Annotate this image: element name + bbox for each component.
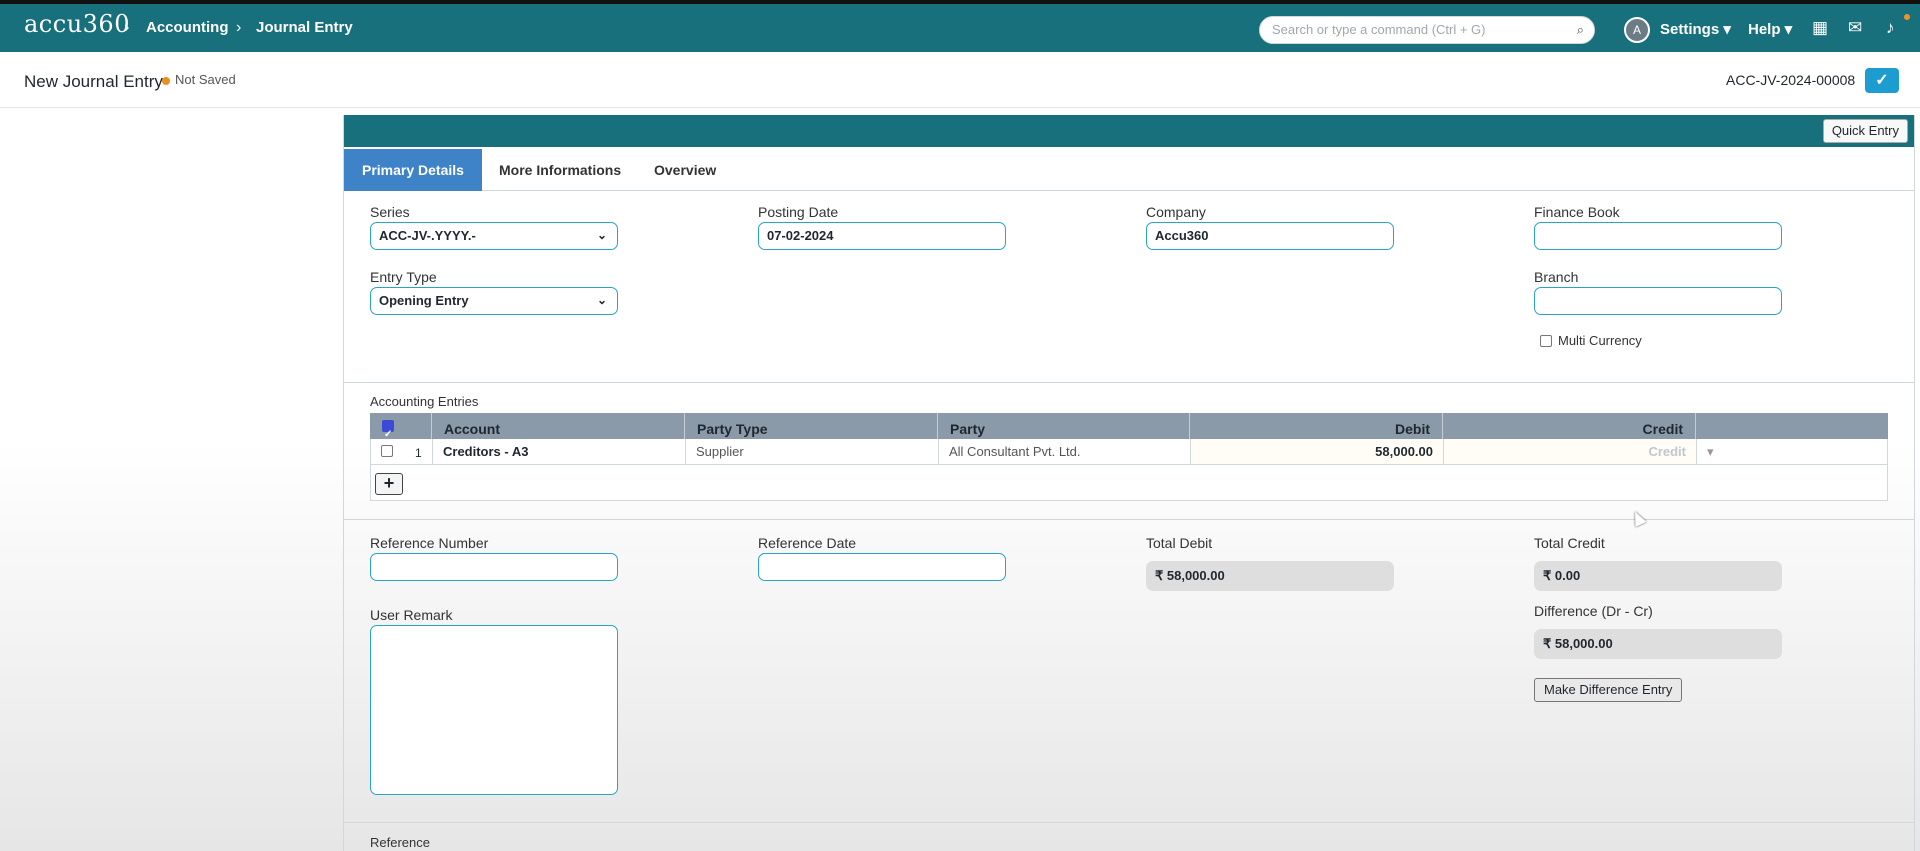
row-menu-icon[interactable]: ▾ (1697, 439, 1887, 464)
form-toolbar: Quick Entry (344, 115, 1914, 147)
select-all-cell (370, 413, 432, 451)
reference-number-label: Reference Number (370, 535, 489, 551)
column-header-credit: Credit (1443, 413, 1696, 439)
debit-cell[interactable]: 58,000.00 (1191, 439, 1444, 464)
posting-date-field[interactable]: 07-02-2024 (758, 222, 1006, 250)
reference-number-field[interactable] (370, 553, 618, 581)
party-type-cell[interactable]: Supplier (686, 439, 939, 464)
multi-currency-checkbox[interactable] (1540, 335, 1552, 347)
series-value: ACC-JV-.YYYY.- (379, 228, 476, 243)
difference-field: ₹ 58,000.00 (1534, 629, 1782, 659)
search-input[interactable]: Search or type a command (Ctrl + G) ⌕ (1259, 16, 1595, 44)
entry-type-value: Opening Entry (379, 293, 469, 308)
tab-overview[interactable]: Overview (636, 149, 734, 191)
save-button[interactable]: ✓ (1865, 68, 1899, 93)
chevron-right-icon: › (236, 19, 242, 36)
reference-date-field[interactable] (758, 553, 1006, 581)
chevron-down-icon: ⌄ (596, 228, 607, 242)
user-remark-textarea[interactable] (370, 625, 618, 795)
add-row-button[interactable]: + (375, 473, 403, 495)
company-label: Company (1146, 204, 1206, 220)
calendar-icon[interactable]: ▦ (1812, 18, 1828, 38)
settings-label: Settings (1660, 21, 1720, 38)
help-menu[interactable]: Help ▾ (1748, 20, 1792, 38)
user-remark-label: User Remark (370, 607, 453, 623)
series-select[interactable]: ACC-JV-.YYYY.- ⌄ (370, 222, 618, 250)
status-indicator (162, 77, 170, 85)
multi-currency-label: Multi Currency (1558, 333, 1642, 348)
accounting-entries-label: Accounting Entries (370, 394, 479, 409)
column-header-party-type: Party Type (685, 413, 938, 439)
settings-menu[interactable]: Settings ▾ (1660, 20, 1731, 38)
difference-label: Difference (Dr - Cr) (1534, 603, 1653, 619)
series-label: Series (370, 204, 410, 220)
column-header-party: Party (938, 413, 1190, 439)
notification-dot (1904, 14, 1910, 20)
top-navbar: accu360 › Accounting › Journal Entry Sea… (0, 0, 1920, 52)
total-debit-label: Total Debit (1146, 535, 1213, 551)
form-tabs: Primary Details More Informations Overvi… (344, 149, 1914, 191)
account-cell[interactable]: Creditors - A3 (433, 439, 686, 464)
search-icon: ⌕ (1576, 22, 1584, 37)
section-divider (344, 519, 1914, 520)
total-debit-field: ₹ 58,000.00 (1146, 561, 1394, 591)
help-label: Help (1748, 21, 1781, 38)
row-checkbox[interactable] (381, 445, 393, 457)
tab-more-informations[interactable]: More Informations (481, 149, 639, 191)
form-container: Quick Entry Primary Details More Informa… (343, 115, 1915, 851)
page-title: New Journal Entry (24, 72, 163, 91)
reference-date-label: Reference Date (758, 535, 857, 551)
column-header-account: Account (432, 413, 685, 439)
table-footer: + (370, 465, 1888, 501)
make-difference-entry-button[interactable]: Make Difference Entry (1534, 678, 1683, 702)
section-divider (344, 382, 1914, 383)
quick-entry-button[interactable]: Quick Entry (1822, 119, 1908, 143)
chat-icon[interactable]: ✉ (1848, 18, 1862, 38)
credit-cell[interactable]: Credit (1444, 439, 1697, 464)
entry-type-select[interactable]: Opening Entry ⌄ (370, 287, 618, 315)
branch-field[interactable] (1534, 287, 1782, 315)
chevron-down-icon: ⌄ (596, 293, 607, 307)
finance-book-field[interactable] (1534, 222, 1782, 250)
page-header: New Journal Entry Not Saved ACC-JV-2024-… (0, 52, 1920, 108)
column-header-debit: Debit (1190, 413, 1443, 439)
party-cell[interactable]: All Consultant Pvt. Ltd. (939, 439, 1191, 464)
select-all-checkbox[interactable] (382, 419, 394, 451)
branch-label: Branch (1534, 269, 1579, 285)
chevron-right-icon: › (124, 19, 130, 36)
row-select-cell: 1 (371, 439, 433, 464)
bell-icon[interactable]: ♪ (1886, 18, 1895, 38)
status-badge: Not Saved (175, 72, 236, 87)
breadcrumb-accounting[interactable]: Accounting (146, 19, 229, 36)
avatar[interactable]: A (1624, 17, 1650, 43)
search-placeholder: Search or type a command (Ctrl + G) (1272, 22, 1486, 37)
row-index: 1 (415, 446, 422, 460)
app-logo[interactable]: accu360 (24, 10, 130, 38)
finance-book-label: Finance Book (1534, 204, 1620, 220)
total-credit-label: Total Credit (1534, 535, 1605, 551)
entry-type-label: Entry Type (370, 269, 437, 285)
document-name: ACC-JV-2024-00008 (1726, 72, 1856, 88)
breadcrumb-journal-entry[interactable]: Journal Entry (256, 19, 353, 36)
reference-section-label: Reference (370, 835, 430, 850)
tab-primary-details[interactable]: Primary Details (344, 149, 482, 191)
posting-date-label: Posting Date (758, 204, 839, 220)
total-credit-field: ₹ 0.00 (1534, 561, 1782, 591)
table-header: Account Party Type Party Debit Credit (370, 413, 1888, 451)
company-field[interactable]: Accu360 (1146, 222, 1394, 250)
section-divider (344, 822, 1914, 823)
table-row[interactable]: 1 Creditors - A3 Supplier All Consultant… (370, 439, 1888, 465)
check-icon: ✓ (1875, 72, 1889, 89)
